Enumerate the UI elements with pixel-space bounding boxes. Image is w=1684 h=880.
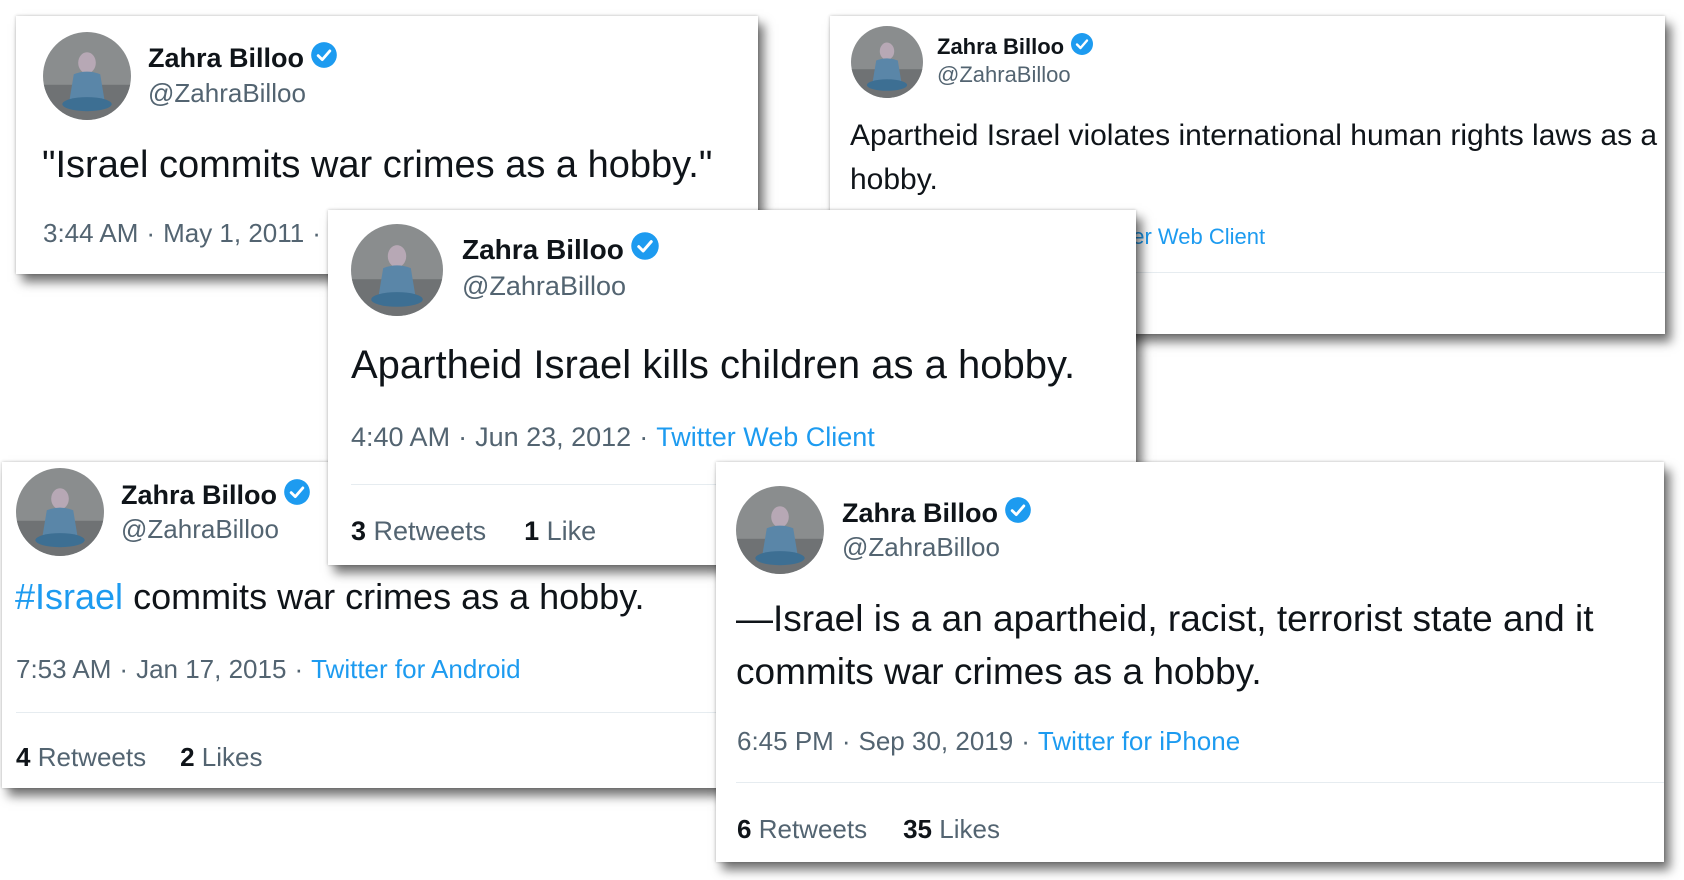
author-name[interactable]: Zahra Billoo bbox=[937, 32, 1094, 62]
tweet-client-link[interactable]: Twitter for iPhone bbox=[1038, 726, 1240, 756]
tweet-client-link[interactable]: Twitter Web Client bbox=[656, 422, 875, 452]
tweet-time[interactable]: 3:44 AM bbox=[43, 218, 138, 248]
avatar-photo bbox=[736, 486, 824, 574]
tweet-meta: 3:44 AM · May 1, 2011 · bbox=[43, 218, 329, 249]
author-handle[interactable]: @ZahraBilloo bbox=[937, 62, 1071, 88]
hashtag-link[interactable]: #Israel bbox=[15, 576, 123, 617]
tweet-text: Apartheid Israel violates international … bbox=[850, 119, 1658, 196]
tweet-stats: 3 Retweets 1 Like bbox=[351, 516, 596, 547]
verified-badge-icon bbox=[310, 41, 338, 76]
verified-badge-icon bbox=[630, 231, 660, 268]
divider bbox=[16, 712, 742, 713]
separator-dot: · bbox=[119, 654, 129, 684]
tweet-meta: tter Web Client bbox=[1120, 224, 1265, 250]
avatar[interactable] bbox=[43, 32, 131, 120]
avatar-photo bbox=[351, 224, 443, 316]
likes-stat[interactable]: 1 Like bbox=[524, 516, 596, 546]
author-handle[interactable]: @ZahraBilloo bbox=[148, 78, 306, 109]
tweet-card-5[interactable]: Zahra Billoo @ZahraBilloo —Israel is a a… bbox=[716, 462, 1664, 862]
tweet-text: —Israel is a an apartheid, racist, terro… bbox=[736, 598, 1594, 692]
tweet-date[interactable]: Jun 23, 2012 bbox=[475, 422, 631, 452]
author-name[interactable]: Zahra Billoo bbox=[148, 41, 338, 76]
avatar-photo bbox=[851, 26, 923, 98]
separator-dot: · bbox=[294, 654, 304, 684]
likes-stat[interactable]: 35 Likes bbox=[903, 814, 1000, 844]
tweet-text: Apartheid Israel kills children as a hob… bbox=[351, 343, 1076, 387]
tweet-stats: 6 Retweets 35 Likes bbox=[737, 814, 1000, 845]
verified-badge-icon bbox=[283, 478, 311, 513]
author-handle[interactable]: @ZahraBilloo bbox=[462, 271, 626, 302]
tweet-time[interactable]: 4:40 AM bbox=[351, 422, 450, 452]
tweet-time[interactable]: 7:53 AM bbox=[16, 654, 111, 684]
tweet-text-body: commits war crimes as a hobby. bbox=[123, 576, 645, 617]
avatar[interactable] bbox=[16, 468, 104, 556]
author-name[interactable]: Zahra Billoo bbox=[462, 231, 660, 268]
divider bbox=[736, 782, 1664, 783]
verified-badge-icon bbox=[1004, 496, 1032, 531]
tweet-date[interactable]: May 1, 2011 bbox=[163, 218, 304, 248]
author-handle[interactable]: @ZahraBilloo bbox=[842, 532, 1000, 563]
tweet-date[interactable]: Jan 17, 2015 bbox=[136, 654, 286, 684]
separator-dot: · bbox=[841, 726, 851, 756]
avatar-photo bbox=[43, 32, 131, 120]
likes-stat[interactable]: 2 Likes bbox=[180, 742, 262, 772]
author-name[interactable]: Zahra Billoo bbox=[842, 496, 1032, 531]
tweet-text: #Israel commits war crimes as a hobby. bbox=[15, 574, 735, 619]
author-name[interactable]: Zahra Billoo bbox=[121, 478, 311, 513]
tweet-meta: 6:45 PM · Sep 30, 2019 · Twitter for iPhone bbox=[737, 726, 1240, 757]
tweet-text: "Israel commits war crimes as a hobby." bbox=[42, 144, 713, 186]
tweet-meta: 4:40 AM · Jun 23, 2012 · Twitter Web Client bbox=[351, 422, 875, 453]
avatar[interactable] bbox=[736, 486, 824, 574]
separator-dot: · bbox=[639, 422, 649, 452]
tweet-date[interactable]: Sep 30, 2019 bbox=[859, 726, 1014, 756]
retweets-stat[interactable]: 6 Retweets bbox=[737, 814, 867, 844]
separator-dot: · bbox=[146, 218, 156, 248]
separator-dot: · bbox=[458, 422, 468, 452]
verified-badge-icon bbox=[1070, 32, 1094, 62]
tweet-stats: 4 Retweets 2 Likes bbox=[16, 742, 263, 773]
tweet-client-link[interactable]: Twitter for Android bbox=[311, 654, 521, 684]
tweet-client-link[interactable]: tter Web Client bbox=[1120, 224, 1265, 249]
author-handle[interactable]: @ZahraBilloo bbox=[121, 514, 279, 545]
tweet-meta: 7:53 AM · Jan 17, 2015 · Twitter for Android bbox=[16, 654, 521, 685]
retweets-stat[interactable]: 3 Retweets bbox=[351, 516, 486, 546]
retweets-stat[interactable]: 4 Retweets bbox=[16, 742, 146, 772]
separator-dot: · bbox=[312, 218, 321, 248]
avatar[interactable] bbox=[851, 26, 923, 98]
avatar-photo bbox=[16, 468, 104, 556]
separator-dot: · bbox=[1021, 726, 1030, 756]
tweet-time[interactable]: 6:45 PM bbox=[737, 726, 834, 756]
avatar[interactable] bbox=[351, 224, 443, 316]
